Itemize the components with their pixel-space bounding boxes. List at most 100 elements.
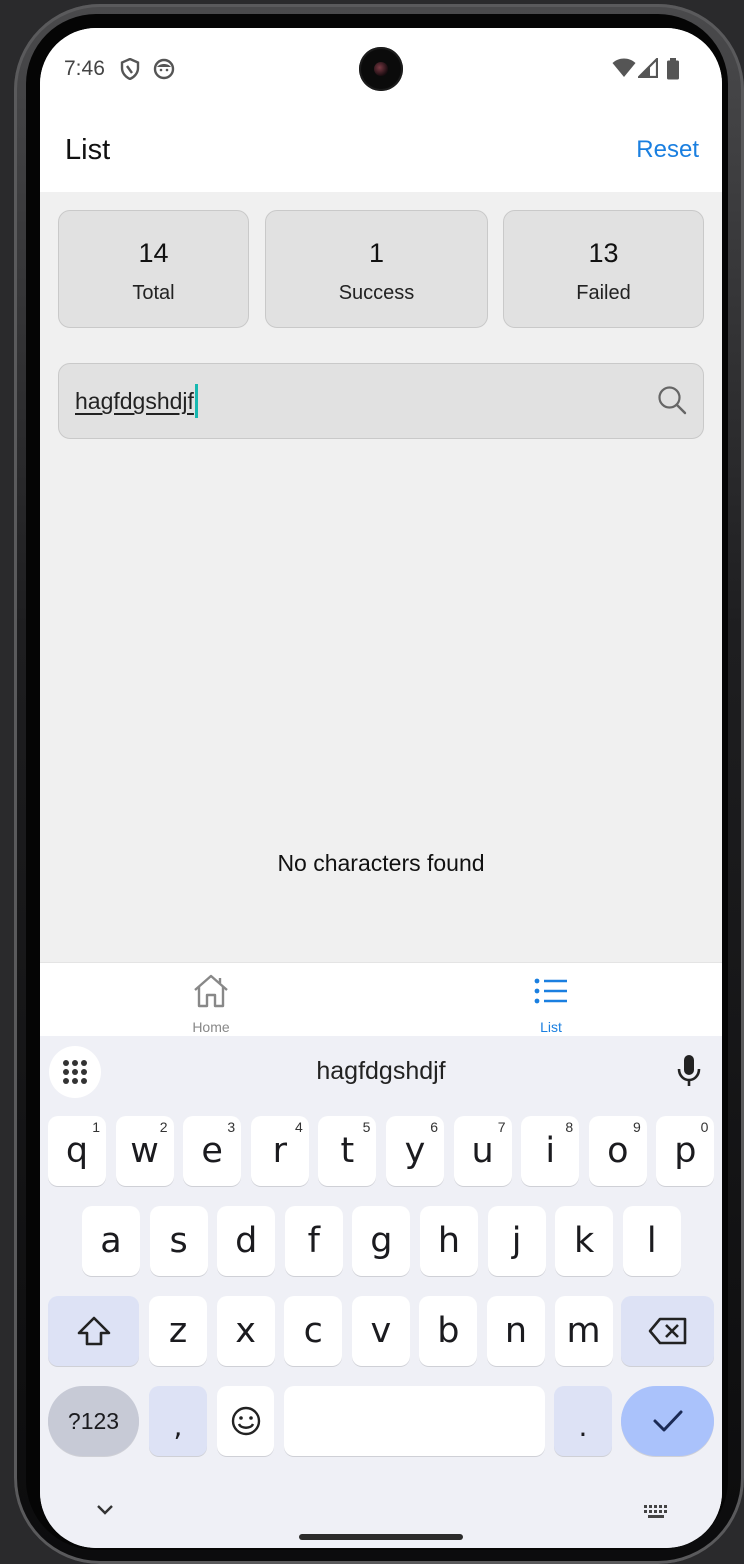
key-label: c xyxy=(303,1311,323,1351)
key-label: w xyxy=(130,1131,159,1171)
key-f[interactable]: f xyxy=(284,1206,343,1276)
key-y[interactable]: y6 xyxy=(386,1116,444,1186)
period-key[interactable]: . xyxy=(554,1386,612,1456)
key-label: k xyxy=(574,1221,595,1261)
home-icon xyxy=(194,974,228,1008)
emoji-icon xyxy=(231,1406,260,1436)
word-suggestion[interactable]: hagfdgshdjf xyxy=(40,1057,722,1086)
shift-key[interactable] xyxy=(48,1296,139,1366)
empty-state-message: No characters found xyxy=(277,850,485,876)
key-label: q xyxy=(65,1131,89,1171)
search-bar[interactable]: hagfdgshdjf xyxy=(58,363,704,439)
key-label: o xyxy=(607,1131,629,1171)
stat-card-failed: 13 Failed xyxy=(503,210,704,328)
backspace-icon xyxy=(648,1317,686,1345)
microphone-icon[interactable] xyxy=(676,1053,702,1094)
keyboard-suggestion-strip: hagfdgshdjf xyxy=(40,1036,722,1106)
key-label: a xyxy=(100,1221,122,1261)
key-m[interactable]: m xyxy=(554,1296,613,1366)
key-number-hint: 4 xyxy=(295,1119,303,1135)
key-j[interactable]: j xyxy=(487,1206,546,1276)
key-i[interactable]: i8 xyxy=(521,1116,580,1186)
on-screen-keyboard: hagfdgshdjf q1w2e3r4t5y6u7i8o9p0 asdfghj… xyxy=(40,1036,722,1548)
keyboard-switch-icon[interactable] xyxy=(643,1504,669,1525)
search-input[interactable]: hagfdgshdjf xyxy=(75,388,194,415)
phone-screen: 7:46 List Reset 1 4 Total 1 Success 13 Fa… xyxy=(40,28,722,1548)
stat-card-success: 1 Success xyxy=(265,210,488,328)
key-number-hint: 2 xyxy=(159,1119,168,1135)
key-r[interactable]: r4 xyxy=(250,1116,309,1186)
key-label: l xyxy=(646,1221,657,1261)
key-label: e xyxy=(201,1131,223,1171)
key-p[interactable]: p0 xyxy=(656,1116,715,1186)
key-l[interactable]: l xyxy=(622,1206,681,1276)
enter-key[interactable] xyxy=(621,1386,714,1456)
emoji-key[interactable] xyxy=(217,1386,274,1456)
key-number-hint: 9 xyxy=(633,1119,641,1135)
comma-key[interactable]: , xyxy=(149,1386,207,1456)
nav-label-home: Home xyxy=(192,1019,230,1035)
key-c[interactable]: c xyxy=(284,1296,343,1366)
key-label: s xyxy=(169,1221,188,1261)
key-t[interactable]: t5 xyxy=(318,1116,377,1186)
key-number-hint: 0 xyxy=(700,1119,709,1135)
nav-item-home[interactable]: Home xyxy=(131,963,291,1037)
key-a[interactable]: a xyxy=(82,1206,140,1276)
key-number-hint: 5 xyxy=(362,1119,371,1135)
stat-label: Total xyxy=(132,282,175,304)
key-label: i xyxy=(545,1131,556,1171)
cellular-signal-icon xyxy=(636,56,659,83)
list-icon xyxy=(534,978,567,1004)
stat-label: Failed xyxy=(576,282,631,304)
key-label: n xyxy=(504,1311,528,1351)
key-s[interactable]: s xyxy=(149,1206,208,1276)
key-w[interactable]: w2 xyxy=(115,1116,174,1186)
space-key[interactable] xyxy=(284,1386,545,1456)
key-e[interactable]: e3 xyxy=(183,1116,242,1186)
key-n[interactable]: n xyxy=(487,1296,545,1366)
key-o[interactable]: o9 xyxy=(588,1116,647,1186)
key-v[interactable]: v xyxy=(351,1296,410,1366)
symbols-key[interactable]: ?123 xyxy=(48,1386,139,1456)
key-x[interactable]: x xyxy=(216,1296,275,1366)
key-g[interactable]: g xyxy=(352,1206,411,1276)
reset-button[interactable]: Reset xyxy=(636,136,699,164)
key-label: v xyxy=(370,1311,392,1351)
page-title: List xyxy=(65,134,111,166)
key-number-hint: 3 xyxy=(227,1119,236,1135)
checkmark-icon xyxy=(653,1410,682,1432)
stat-label: Success xyxy=(338,282,415,304)
status-time: 7:46 xyxy=(64,57,105,80)
home-indicator xyxy=(299,1534,463,1540)
backspace-key[interactable] xyxy=(621,1296,714,1366)
key-z[interactable]: z xyxy=(149,1296,207,1366)
stat-value: 1 xyxy=(368,238,385,268)
key-label: m xyxy=(566,1311,601,1351)
key-number-hint: 1 xyxy=(92,1119,100,1135)
vpn-shield-icon xyxy=(120,57,140,85)
key-label: h xyxy=(437,1221,461,1261)
key-q[interactable]: q1 xyxy=(48,1116,106,1186)
key-h[interactable]: h xyxy=(420,1206,478,1276)
bottom-navigation: Home List xyxy=(40,962,722,1037)
wifi-icon xyxy=(612,58,636,83)
status-bar: 7:46 xyxy=(40,28,722,108)
nav-item-list[interactable]: List xyxy=(471,963,631,1037)
shift-arrow-icon xyxy=(77,1316,110,1346)
key-label: b xyxy=(437,1311,460,1351)
key-k[interactable]: k xyxy=(555,1206,614,1276)
key-label: f xyxy=(307,1221,320,1261)
key-u[interactable]: u7 xyxy=(453,1116,512,1186)
key-label: p xyxy=(674,1131,697,1171)
nav-label-list: List xyxy=(540,1019,562,1035)
key-b[interactable]: b xyxy=(419,1296,478,1366)
face-notification-icon xyxy=(153,58,175,85)
search-icon[interactable] xyxy=(657,385,687,420)
battery-icon xyxy=(666,58,680,85)
main-content: 14 Total 1 Success 13 Failed hagfdgshdjf… xyxy=(40,192,722,962)
hide-keyboard-chevron-icon[interactable] xyxy=(94,1502,116,1521)
key-d[interactable]: d xyxy=(217,1206,276,1276)
period-label: . xyxy=(578,1409,588,1443)
key-label: g xyxy=(370,1221,393,1261)
key-label: t xyxy=(340,1131,355,1171)
